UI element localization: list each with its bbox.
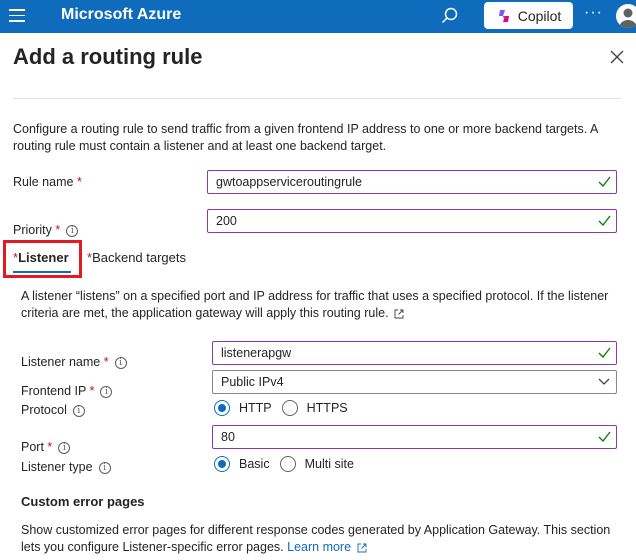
valid-check-icon <box>598 176 611 187</box>
listener-description: A listener “listens” on a specified port… <box>21 288 621 322</box>
required-marker: * <box>47 440 53 454</box>
custom-error-description: Show customized error pages for differen… <box>21 522 621 556</box>
listener-description-text: A listener “listens” on a specified port… <box>21 289 609 320</box>
info-icon[interactable]: i <box>66 224 79 237</box>
valid-check-icon <box>598 347 611 358</box>
protocol-http-label[interactable]: HTTP <box>239 401 272 415</box>
priority-value: 200 <box>216 214 237 228</box>
info-icon[interactable]: i <box>58 441 71 454</box>
frontend-ip-value: Public IPv4 <box>221 375 284 389</box>
listener-name-label-text: Listener name <box>21 355 101 369</box>
custom-error-heading: Custom error pages <box>21 494 145 509</box>
priority-label: Priority * i <box>13 223 79 237</box>
frontend-ip-select[interactable]: Public IPv4 <box>212 370 617 394</box>
header-divider <box>13 98 621 99</box>
listener-type-multisite-radio[interactable] <box>279 456 296 472</box>
protocol-https-label[interactable]: HTTPS <box>307 401 348 415</box>
info-icon[interactable]: i <box>72 404 85 417</box>
rule-name-value: gwtoappserviceroutingrule <box>216 175 362 189</box>
copilot-button[interactable]: Copilot <box>484 2 573 29</box>
rule-name-label-text: Rule name <box>13 175 74 189</box>
copilot-label: Copilot <box>517 7 562 24</box>
listener-name-value: listenerapgw <box>221 346 292 360</box>
frontend-ip-label-text: Frontend IP <box>21 384 87 398</box>
listener-type-basic-radio[interactable] <box>214 456 230 472</box>
top-bar: Microsoft Azure Copilot ··· <box>0 0 636 33</box>
page-title: Add a routing rule <box>13 44 203 69</box>
info-icon[interactable]: i <box>100 385 113 398</box>
port-label-text: Port <box>21 440 44 454</box>
info-icon[interactable]: i <box>98 461 111 474</box>
listener-name-field[interactable]: listenerapgw <box>212 341 617 365</box>
required-marker: * <box>103 355 109 369</box>
external-link-icon[interactable] <box>357 543 367 553</box>
listener-type-label: Listener type i <box>21 460 111 474</box>
info-icon[interactable]: i <box>114 356 127 369</box>
frontend-ip-label: Frontend IP * i <box>21 384 113 398</box>
search-icon[interactable] <box>440 6 460 26</box>
protocol-label-text: Protocol <box>21 403 67 417</box>
port-label: Port * i <box>21 440 71 454</box>
tab-backend-targets-label: Backend targets <box>92 250 187 265</box>
avatar[interactable] <box>616 4 636 28</box>
port-field[interactable]: 80 <box>212 425 617 449</box>
valid-check-icon <box>598 215 611 226</box>
panel-description: Configure a routing rule to send traffic… <box>13 122 598 153</box>
rule-name-field[interactable]: gwtoappserviceroutingrule <box>207 170 617 194</box>
listener-type-basic-label[interactable]: Basic <box>239 457 270 471</box>
rule-name-label: Rule name * <box>13 175 82 189</box>
port-value: 80 <box>221 430 235 444</box>
listener-type-multisite-label[interactable]: Multi site <box>305 457 354 471</box>
priority-field[interactable]: 200 <box>207 209 617 233</box>
protocol-http-radio[interactable] <box>214 400 230 416</box>
menu-icon[interactable] <box>9 9 25 23</box>
required-marker: * <box>89 384 95 398</box>
listener-type-label-text: Listener type <box>21 460 93 474</box>
valid-check-icon <box>598 431 611 442</box>
protocol-https-radio[interactable] <box>281 400 298 416</box>
priority-label-text: Priority <box>13 223 52 237</box>
copilot-icon <box>498 9 509 22</box>
more-options-icon[interactable]: ··· <box>584 4 603 22</box>
close-icon[interactable] <box>610 50 624 64</box>
listener-type-radio-group: Basic Multi site <box>214 456 364 472</box>
required-marker: * <box>55 223 61 237</box>
external-link-icon[interactable] <box>394 309 404 319</box>
protocol-label: Protocol i <box>21 403 85 417</box>
required-marker: * <box>76 175 82 189</box>
highlight-annotation <box>3 240 82 278</box>
listener-name-label: Listener name * i <box>21 355 127 369</box>
protocol-radio-group: HTTP HTTPS <box>214 400 358 416</box>
app-title[interactable]: Microsoft Azure <box>61 6 181 24</box>
tab-backend-targets[interactable]: *Backend targets <box>87 250 186 265</box>
chevron-down-icon <box>598 378 610 385</box>
learn-more-link[interactable]: Learn more <box>287 540 351 554</box>
